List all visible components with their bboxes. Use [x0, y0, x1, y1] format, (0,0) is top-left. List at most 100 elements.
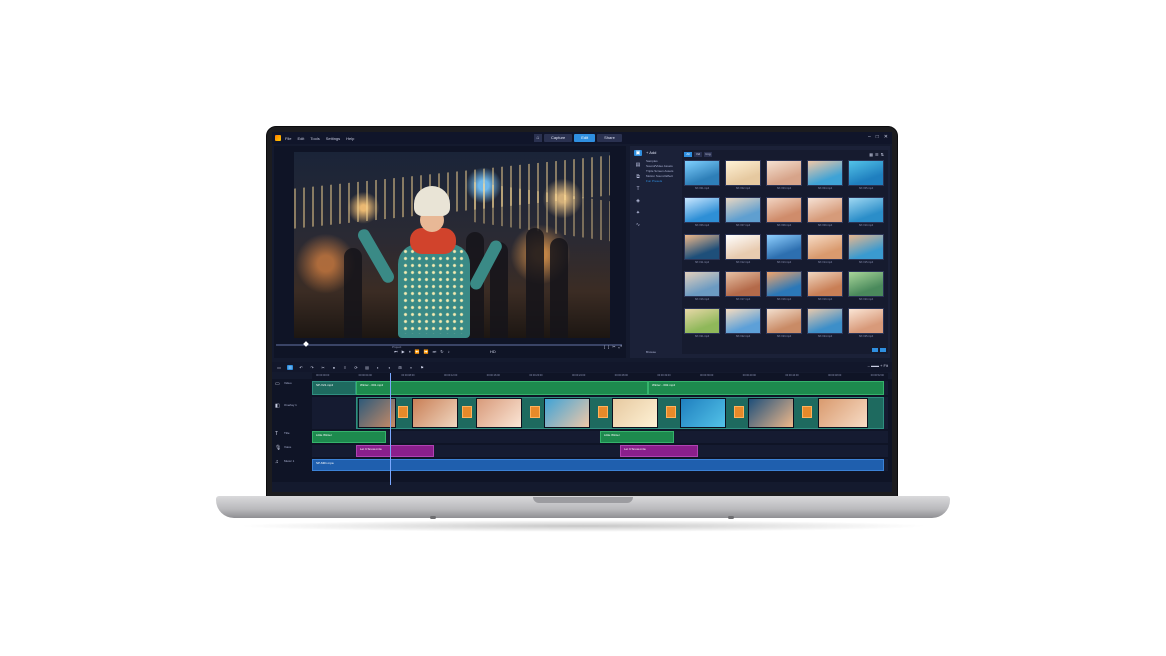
- menu-edit[interactable]: Edit: [297, 136, 304, 141]
- media-thumbnail[interactable]: SP-V19.mp4: [807, 271, 843, 303]
- fullscreen-icon[interactable]: ⤢: [619, 344, 622, 349]
- transition-icon[interactable]: ⧉: [634, 174, 642, 180]
- overlay-frame[interactable]: [818, 398, 868, 428]
- mark-in-icon[interactable]: [: [604, 344, 605, 349]
- marker-icon[interactable]: ⚑: [419, 365, 425, 370]
- music-clip[interactable]: SP-M01.mpa: [312, 459, 884, 471]
- storyboard-view-icon[interactable]: ▭: [276, 365, 282, 370]
- title-clip[interactable]: Little Winter: [600, 431, 674, 443]
- timeline-zoom[interactable]: – ▬▬ + Fit: [868, 363, 888, 368]
- maximize-icon[interactable]: □: [876, 134, 879, 140]
- media-thumbnail[interactable]: SP-V03.mp4: [766, 160, 802, 192]
- cut-icon[interactable]: ✂: [320, 365, 326, 370]
- video-clip[interactable]: SP-V21.mp4: [312, 381, 356, 395]
- filter-video-button[interactable]: Vid: [694, 152, 702, 157]
- repeat-icon[interactable]: ↻: [440, 349, 443, 354]
- motion-icon[interactable]: ⟳: [353, 365, 359, 370]
- hd-badge[interactable]: HD: [490, 349, 496, 354]
- browse-button[interactable]: Browse: [646, 350, 656, 354]
- title-clip[interactable]: Little Winter: [312, 431, 386, 443]
- media-thumbnail[interactable]: SP-V10.mp4: [848, 197, 884, 229]
- list-view-icon[interactable]: ☰: [875, 152, 879, 157]
- filter-icon[interactable]: ✦: [634, 210, 642, 216]
- media-thumbnail[interactable]: SP-V20.mp4: [848, 271, 884, 303]
- timeline-view-icon[interactable]: ☷: [287, 364, 293, 370]
- play-icon[interactable]: ▶: [402, 349, 405, 354]
- transition-icon[interactable]: [462, 406, 472, 418]
- media-thumbnail[interactable]: SP-V04.mp4: [807, 160, 843, 192]
- forward-icon[interactable]: ⏩: [424, 349, 429, 354]
- media-thumbnail[interactable]: SP-V11.mp4: [684, 234, 720, 266]
- media-thumbnail[interactable]: SP-V17.mp4: [725, 271, 761, 303]
- media-thumbnail[interactable]: SP-V08.mp4: [766, 197, 802, 229]
- media-thumbnail[interactable]: SP-V16.mp4: [684, 271, 720, 303]
- menu-file[interactable]: File: [285, 136, 291, 141]
- speed-icon[interactable]: »: [408, 365, 414, 370]
- media-thumbnail[interactable]: SP-V22.mp4: [725, 308, 761, 340]
- media-thumbnail[interactable]: SP-V01.mp4: [684, 160, 720, 192]
- color-icon[interactable]: ◑: [386, 365, 392, 370]
- video-clip[interactable]: Winter - 001.mp4: [356, 381, 648, 395]
- mask-icon[interactable]: ◐: [375, 365, 381, 370]
- media-thumbnail[interactable]: SP-V14.mp4: [807, 234, 843, 266]
- menu-tools[interactable]: Tools: [310, 136, 319, 141]
- prev-icon[interactable]: ⏮: [394, 349, 398, 354]
- overlay-frame[interactable]: [544, 398, 590, 428]
- instant-project-icon[interactable]: ▤: [634, 162, 642, 168]
- pause-icon[interactable]: ⏸: [409, 349, 411, 354]
- menu-help[interactable]: Help: [346, 136, 354, 141]
- mark-out-icon[interactable]: ]: [608, 344, 609, 349]
- volume-icon[interactable]: ♪: [448, 349, 450, 354]
- redo-icon[interactable]: ↷: [309, 365, 315, 370]
- media-thumbnail[interactable]: SP-V06.mp4: [684, 197, 720, 229]
- overlay-frame[interactable]: [680, 398, 726, 428]
- subtitle-icon[interactable]: ▤: [364, 365, 370, 370]
- overlay-frame[interactable]: [412, 398, 458, 428]
- grid-view-icon[interactable]: ▦: [869, 152, 873, 157]
- graphics-icon[interactable]: ◈: [634, 198, 642, 204]
- media-thumbnail[interactable]: SP-V05.mp4: [848, 160, 884, 192]
- transition-icon[interactable]: [734, 406, 744, 418]
- overlay-frame[interactable]: [476, 398, 522, 428]
- voice-clip[interactable]: Let It Snow.m4a: [620, 445, 698, 457]
- media-thumbnail[interactable]: SP-V24.mp4: [807, 308, 843, 340]
- minimize-icon[interactable]: –: [868, 134, 871, 140]
- tab-share[interactable]: Share: [597, 134, 622, 142]
- tab-capture[interactable]: Capture: [544, 134, 573, 142]
- media-thumbnail[interactable]: SP-V18.mp4: [766, 271, 802, 303]
- split-icon[interactable]: ✂: [612, 344, 615, 349]
- timeline-playhead[interactable]: [390, 373, 391, 485]
- filter-image-button[interactable]: Img: [704, 152, 712, 157]
- scrub-bar[interactable]: [276, 344, 622, 346]
- media-icon[interactable]: ▣: [634, 150, 642, 156]
- mixer-icon[interactable]: ≡: [342, 365, 348, 370]
- video-clip[interactable]: Winter - 002.mp4: [648, 381, 884, 395]
- overlay-frame[interactable]: [612, 398, 658, 428]
- path-icon[interactable]: ∿: [634, 222, 642, 228]
- media-thumbnail[interactable]: SP-V13.mp4: [766, 234, 802, 266]
- media-thumbnail[interactable]: SP-V12.mp4: [725, 234, 761, 266]
- transition-icon[interactable]: [666, 406, 676, 418]
- undo-icon[interactable]: ↶: [298, 365, 304, 370]
- menu-settings[interactable]: Settings: [326, 136, 340, 141]
- transition-icon[interactable]: [398, 406, 408, 418]
- transition-icon[interactable]: [598, 406, 608, 418]
- media-thumbnail[interactable]: SP-V02.mp4: [725, 160, 761, 192]
- next-icon[interactable]: ⏭: [433, 349, 437, 354]
- footer-button[interactable]: [872, 348, 878, 352]
- split-screen-icon[interactable]: ⊞: [397, 365, 403, 370]
- media-thumbnail[interactable]: SP-V15.mp4: [848, 234, 884, 266]
- media-thumbnail[interactable]: SP-V09.mp4: [807, 197, 843, 229]
- home-icon[interactable]: ⌂: [534, 134, 542, 142]
- rewind-icon[interactable]: ⏪: [415, 349, 420, 354]
- media-thumbnail[interactable]: SP-V23.mp4: [766, 308, 802, 340]
- tab-edit[interactable]: Edit: [574, 134, 596, 142]
- overlay-frame[interactable]: [748, 398, 794, 428]
- media-thumbnail[interactable]: SP-V07.mp4: [725, 197, 761, 229]
- close-icon[interactable]: ✕: [884, 134, 888, 140]
- transition-icon[interactable]: [802, 406, 812, 418]
- transition-icon[interactable]: [530, 406, 540, 418]
- sort-icon[interactable]: ⇅: [881, 152, 884, 157]
- media-thumbnail[interactable]: SP-V25.mp4: [848, 308, 884, 340]
- title-icon[interactable]: T: [634, 186, 642, 192]
